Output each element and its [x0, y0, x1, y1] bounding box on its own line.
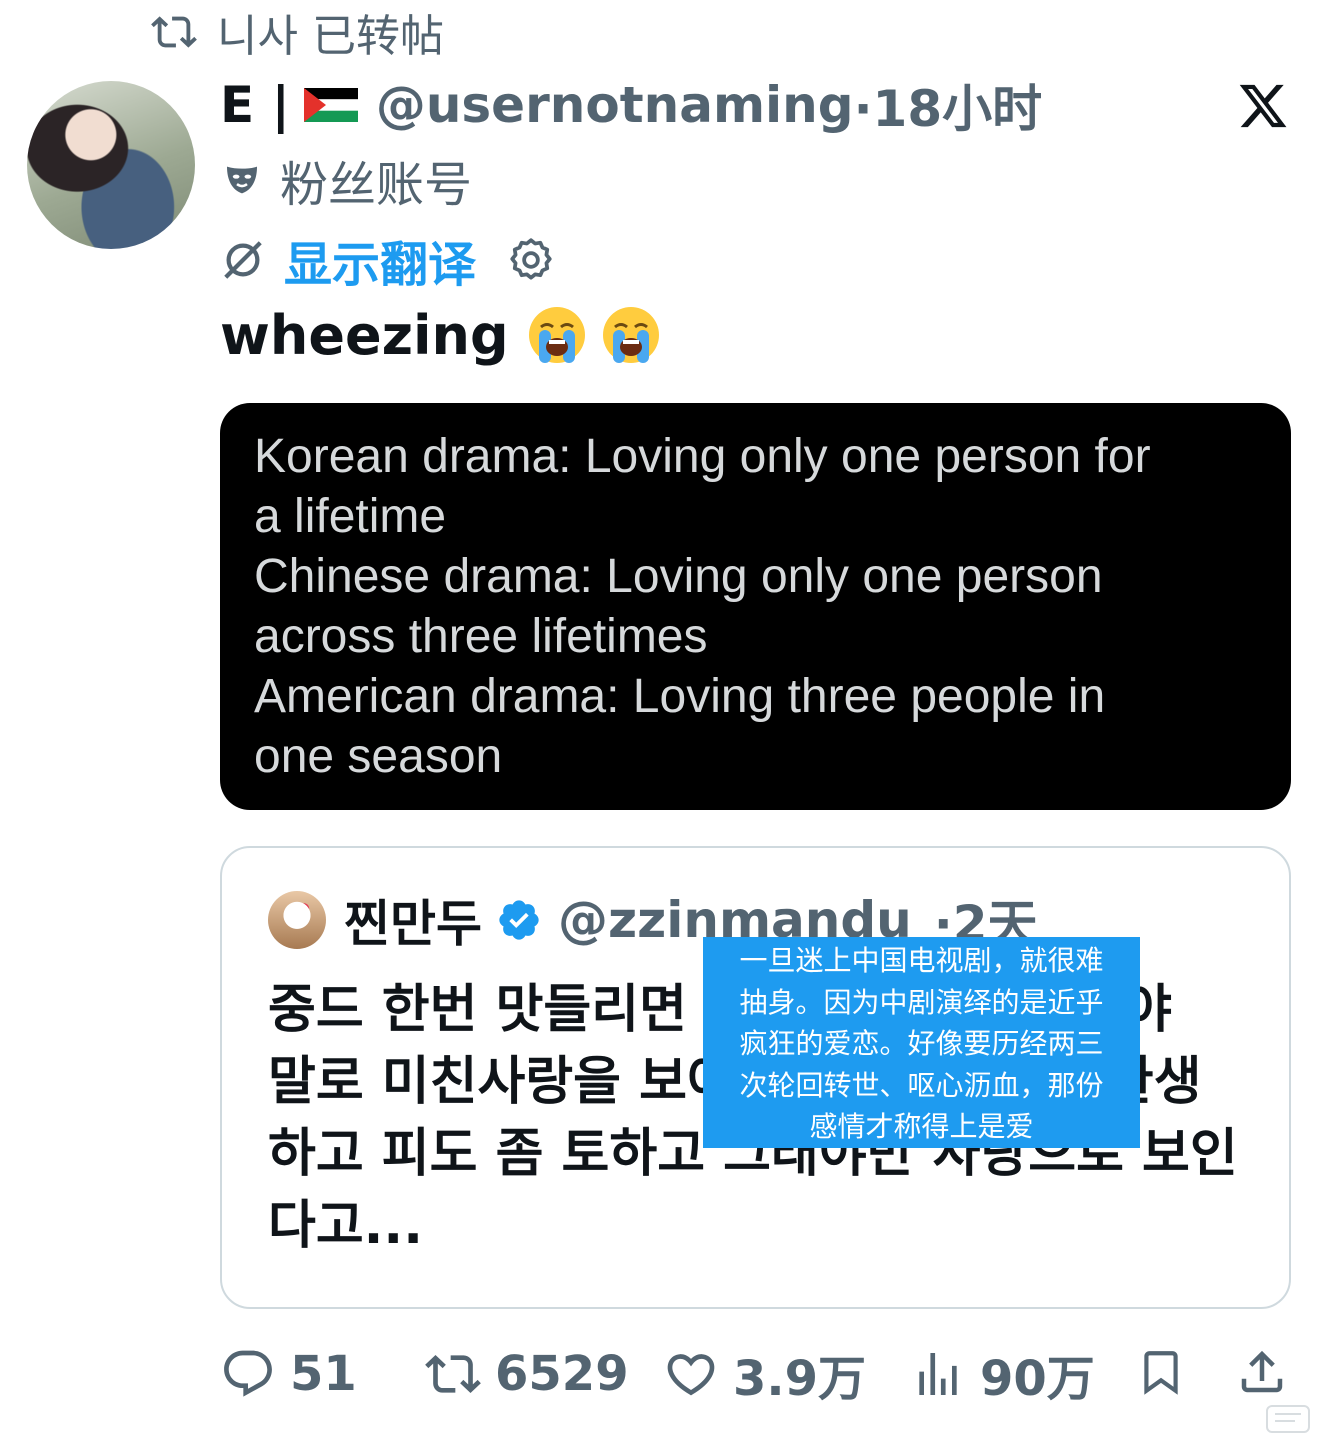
- image-line: across three lifetimes: [254, 610, 708, 663]
- tweet-text: wheezing: [220, 302, 661, 368]
- quoted-author-avatar: [268, 891, 326, 949]
- image-line: one season: [254, 730, 503, 783]
- repost-button[interactable]: 6529: [425, 1342, 629, 1406]
- share-icon[interactable]: [1235, 1342, 1289, 1402]
- gear-icon[interactable]: [506, 235, 556, 285]
- image-line: Chinese drama: Loving only one person: [254, 550, 1103, 603]
- reply-button[interactable]: 51: [220, 1342, 357, 1406]
- views-button[interactable]: 90万: [910, 1342, 1095, 1407]
- repost-icon: [151, 16, 197, 48]
- overlay-line: 抽身。因为中剧演绎的是近乎: [739, 985, 1104, 1019]
- overlay-line: 次轮回转世、呕心沥血，那份: [739, 1068, 1104, 1102]
- loudly-crying-face-icon: [602, 307, 659, 363]
- heart-icon: [667, 1354, 715, 1396]
- overlay-line: 疯狂的爱恋。好像要历经两三: [739, 1027, 1104, 1060]
- verified-badge-icon: [499, 900, 539, 940]
- loudly-crying-face-icon: [528, 307, 585, 363]
- reply-icon: [224, 1350, 272, 1397]
- overlay-line: 一旦迷上中国电视剧，就很难: [739, 944, 1104, 977]
- analytics-icon: [919, 1353, 957, 1395]
- watermark-icon: [1266, 1405, 1310, 1433]
- author-name[interactable]: E |: [220, 76, 290, 134]
- fan-account-label: 粉丝账号: [222, 150, 472, 213]
- image-line: American drama: Loving three people in: [254, 670, 1106, 723]
- quoted-line: 다고...: [268, 1196, 423, 1256]
- author-handle[interactable]: @usernotnaming: [376, 76, 854, 134]
- tweet-body: wheezing: [220, 303, 509, 367]
- show-translation-link[interactable]: 显示翻译: [284, 225, 476, 295]
- translation-overlay: 一旦迷上中国电视剧，就很难 抽身。因为中剧演绎的是近乎 疯狂的爱恋。好像要历经两…: [703, 937, 1140, 1148]
- views-count: 90万: [980, 1351, 1095, 1407]
- like-count: 3.9万: [733, 1351, 867, 1407]
- tweet-header: E | @usernotnaming ·18小时: [220, 72, 1042, 138]
- tweet-image[interactable]: Korean drama: Loving only one person for…: [220, 403, 1291, 810]
- tweet-time[interactable]: ·18小时: [854, 69, 1043, 141]
- repost-icon: [425, 1355, 481, 1393]
- mask-icon: [227, 166, 257, 194]
- image-line: Korean drama: Loving only one person for: [254, 430, 1151, 483]
- repost-indicator[interactable]: 니사 已转帖: [145, 4, 444, 62]
- bookmark-icon[interactable]: [1136, 1342, 1186, 1402]
- fan-account-text: 粉丝账号: [280, 157, 473, 213]
- overlay-line: 感情才称得上是爱: [809, 1110, 1034, 1143]
- repost-label: 니사 已转帖: [217, 11, 444, 62]
- repost-count: 6529: [495, 1346, 629, 1402]
- x-logo-icon: [1239, 84, 1287, 128]
- author-avatar[interactable]: [27, 81, 195, 249]
- image-text: Korean drama: Loving only one person for…: [254, 427, 1264, 787]
- quoted-author-name: 찐만두: [344, 895, 482, 953]
- palestine-flag-icon: [303, 88, 358, 122]
- translate-slash-icon: [224, 241, 262, 279]
- like-button[interactable]: 3.9万: [663, 1342, 867, 1407]
- translation-row: 显示翻译: [220, 230, 556, 293]
- reply-count: 51: [290, 1346, 357, 1402]
- image-line: a lifetime: [254, 490, 447, 543]
